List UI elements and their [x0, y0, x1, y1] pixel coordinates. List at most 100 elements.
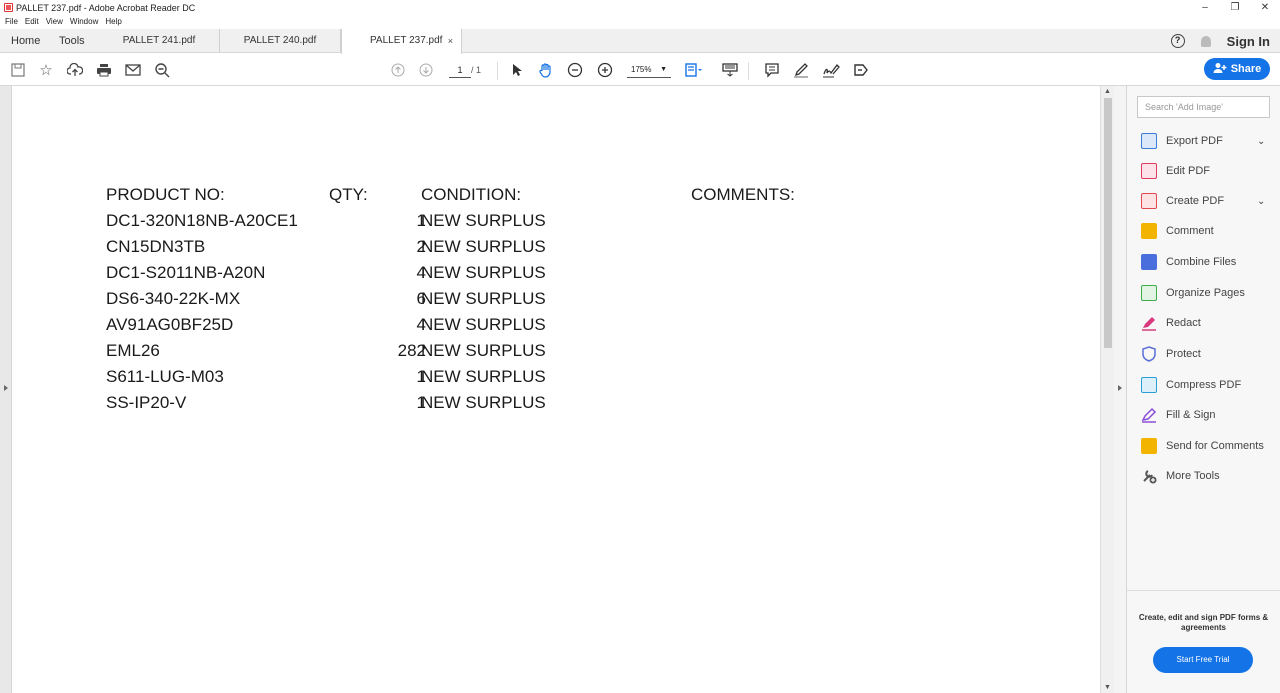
tool-send-for-comments[interactable]: Send for Comments	[1141, 436, 1264, 456]
maximize-button[interactable]: ❐	[1220, 0, 1250, 16]
tool-create-pdf[interactable]: Create PDF ⌄	[1141, 191, 1265, 211]
header-product-no: PRODUCT NO:	[106, 185, 225, 204]
comment-icon[interactable]	[762, 60, 782, 80]
trial-promo: Create, edit and sign PDF forms & agreem…	[1127, 590, 1280, 693]
scroll-down-icon[interactable]: ▼	[1104, 684, 1111, 691]
sign-in-link[interactable]: Sign In	[1227, 34, 1270, 49]
tool-label: Comment	[1166, 225, 1214, 237]
qty: 1	[416, 367, 426, 386]
left-navigation-rail[interactable]	[0, 86, 12, 693]
condition: NEW SURPLUS	[421, 289, 546, 308]
vertical-scrollbar[interactable]: ▲ ▼	[1100, 86, 1114, 693]
expand-left-panel-icon[interactable]	[4, 385, 8, 391]
toolbar: ☆ 1 / 1 175% ▼ Share	[0, 54, 1280, 86]
close-tab-icon[interactable]: ×	[448, 29, 453, 53]
tool-label: Compress PDF	[1166, 379, 1242, 391]
toolbar-divider	[748, 62, 749, 80]
page-total: / 1	[471, 65, 482, 75]
tool-more-tools[interactable]: More Tools	[1141, 466, 1220, 486]
tool-combine-files[interactable]: Combine Files	[1141, 252, 1236, 272]
page-number-input[interactable]: 1	[449, 62, 471, 78]
export-pdf-icon	[1141, 133, 1157, 149]
product-no: CN15DN3TB	[106, 237, 206, 256]
menu-view[interactable]: View	[46, 16, 63, 28]
tool-label: Export PDF	[1166, 135, 1223, 147]
tool-label: Combine Files	[1166, 256, 1237, 268]
product-no: AV91AG0BF25D	[106, 315, 234, 334]
tool-label: Fill & Sign	[1166, 409, 1216, 421]
tab-pallet-237[interactable]: PALLET 237.pdf ×	[341, 29, 462, 54]
search-icon[interactable]	[152, 60, 172, 80]
scrollbar-thumb[interactable]	[1104, 98, 1112, 348]
zoom-level-value: 175%	[631, 65, 652, 74]
tab-pallet-240[interactable]: PALLET 240.pdf	[220, 29, 341, 53]
hand-tool-icon[interactable]	[536, 60, 556, 80]
tool-protect[interactable]: Protect	[1141, 344, 1201, 364]
close-window-button[interactable]: ✕	[1250, 0, 1280, 16]
fit-page-icon[interactable]	[684, 60, 704, 80]
chevron-down-icon[interactable]: ⌄	[1257, 136, 1265, 147]
qty: 282	[397, 341, 426, 360]
sign-icon[interactable]	[821, 60, 841, 80]
collapse-right-pane-icon[interactable]	[1118, 385, 1122, 391]
tool-label: Edit PDF	[1166, 165, 1211, 177]
promo-text: Create, edit and sign PDF forms & agreem…	[1138, 613, 1269, 632]
more-tools-icon[interactable]	[851, 60, 871, 80]
scroll-up-icon[interactable]: ▲	[1104, 88, 1111, 95]
tool-export-pdf[interactable]: Export PDF ⌄	[1141, 131, 1265, 151]
tool-organize-pages[interactable]: Organize Pages	[1141, 283, 1245, 303]
acrobat-app-icon	[4, 3, 13, 12]
menu-file[interactable]: File	[5, 16, 18, 28]
highlight-pen-icon[interactable]	[791, 60, 811, 80]
tools-pane-toggle[interactable]	[1114, 86, 1127, 693]
condition: NEW SURPLUS	[421, 237, 546, 256]
tool-label: Organize Pages	[1166, 287, 1245, 299]
tool-label: Protect	[1166, 348, 1201, 360]
zoom-level-select[interactable]: 175% ▼	[627, 62, 671, 78]
product-no: DC1-320N18NB-A20CE1	[106, 211, 298, 230]
organize-pages-icon	[1141, 285, 1157, 301]
tool-label: Redact	[1166, 317, 1201, 329]
tool-fill-sign[interactable]: Fill & Sign	[1141, 405, 1216, 425]
tool-comment[interactable]: Comment	[1141, 221, 1214, 241]
qty: 4	[416, 315, 426, 334]
document-view[interactable]: PRODUCT NO: QTY: CONDITION: COMMENTS: DC…	[13, 86, 1100, 693]
tools-search-input[interactable]: Search 'Add Image'	[1137, 96, 1270, 118]
zoom-in-icon[interactable]	[595, 60, 615, 80]
qty: 1	[416, 393, 426, 412]
start-free-trial-button[interactable]: Start Free Trial	[1153, 647, 1253, 673]
previous-page-icon[interactable]	[388, 60, 408, 80]
upload-cloud-icon[interactable]	[65, 60, 85, 80]
zoom-out-icon[interactable]	[565, 60, 585, 80]
tab-home[interactable]: Home	[11, 29, 40, 53]
notification-bell-icon[interactable]	[1200, 35, 1211, 47]
tool-label: More Tools	[1166, 470, 1220, 482]
tool-compress-pdf[interactable]: Compress PDF	[1141, 375, 1241, 395]
redact-icon	[1141, 315, 1157, 331]
select-cursor-icon[interactable]	[507, 60, 527, 80]
product-no: S611-LUG-M03	[106, 367, 224, 386]
product-no: EML26	[106, 341, 160, 360]
help-icon[interactable]: ?	[1170, 34, 1185, 48]
share-button[interactable]: Share	[1204, 58, 1270, 80]
more-tools-icon	[1141, 468, 1157, 484]
menu-bar: File Edit View Window Help	[0, 16, 1280, 28]
tool-redact[interactable]: Redact	[1141, 313, 1201, 333]
menu-edit[interactable]: Edit	[25, 16, 39, 28]
tab-tools[interactable]: Tools	[59, 29, 85, 53]
share-label: Share	[1230, 63, 1262, 75]
tool-label: Send for Comments	[1166, 440, 1264, 452]
tab-pallet-241[interactable]: PALLET 241.pdf	[99, 29, 220, 53]
tool-edit-pdf[interactable]: Edit PDF	[1141, 161, 1210, 181]
next-page-icon[interactable]	[416, 60, 436, 80]
bookmark-star-icon[interactable]: ☆	[36, 60, 56, 80]
qty: 2	[416, 237, 426, 256]
chevron-down-icon[interactable]: ⌄	[1257, 196, 1265, 207]
minimize-button[interactable]: –	[1190, 0, 1220, 16]
print-icon[interactable]	[94, 60, 114, 80]
menu-help[interactable]: Help	[105, 16, 121, 28]
save-icon[interactable]	[8, 60, 28, 80]
menu-window[interactable]: Window	[70, 16, 98, 28]
email-icon[interactable]	[123, 60, 143, 80]
read-mode-icon[interactable]	[720, 60, 740, 80]
